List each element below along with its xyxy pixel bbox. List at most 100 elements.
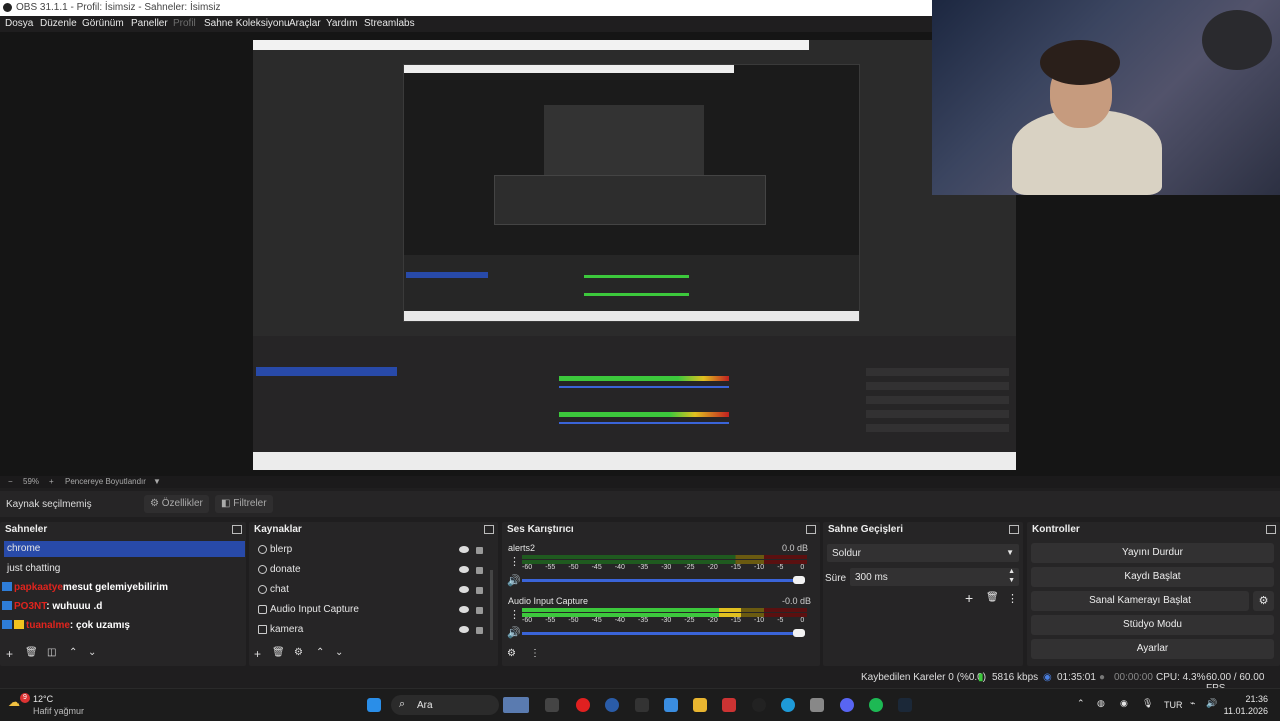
eye-icon[interactable] bbox=[459, 626, 469, 633]
undock-icon[interactable] bbox=[806, 525, 816, 534]
edge-icon[interactable] bbox=[781, 698, 795, 712]
menu-sahne-koleksiyonu[interactable]: Sahne Koleksiyonu bbox=[204, 18, 290, 29]
opera-icon[interactable] bbox=[576, 698, 590, 712]
source-item-donate[interactable]: donate bbox=[254, 560, 483, 580]
mixer-settings-icon[interactable]: ⚙ bbox=[507, 648, 516, 659]
menu-yardim[interactable]: Yardım bbox=[326, 18, 358, 29]
menu-dosya[interactable]: Dosya bbox=[5, 18, 33, 29]
menu-araclar[interactable]: Araçlar bbox=[289, 18, 321, 29]
add-source-icon[interactable]: + bbox=[254, 647, 261, 661]
undock-icon[interactable] bbox=[484, 525, 494, 534]
copilot-icon[interactable] bbox=[664, 698, 678, 712]
microphone-icon[interactable]: 🎙 bbox=[1142, 698, 1153, 709]
undock-icon[interactable] bbox=[1009, 525, 1019, 534]
clock-date[interactable]: 11.01.2026 bbox=[1218, 706, 1268, 716]
volume-slider[interactable] bbox=[522, 632, 805, 635]
zoom-in-button[interactable]: + bbox=[49, 477, 54, 486]
volume-slider-handle[interactable] bbox=[793, 629, 805, 637]
source-item-blerp[interactable]: blerp bbox=[254, 540, 483, 560]
tray-obs-icon[interactable]: ◉ bbox=[1120, 698, 1128, 709]
obs-taskbar-icon[interactable] bbox=[752, 698, 766, 712]
transition-menu-icon[interactable]: ⋮ bbox=[1007, 592, 1018, 605]
move-down-icon[interactable]: ⌄ bbox=[88, 647, 96, 658]
kebab-menu-icon[interactable]: ⋮ bbox=[509, 608, 520, 621]
spin-down-icon[interactable]: ▼ bbox=[1008, 577, 1015, 584]
delete-transition-icon[interactable]: 🗑 bbox=[986, 592, 999, 603]
source-settings-icon[interactable]: ⚙ bbox=[294, 647, 303, 658]
spotify-icon[interactable] bbox=[869, 698, 883, 712]
language-indicator[interactable]: TUR bbox=[1164, 700, 1183, 710]
volume-slider-handle[interactable] bbox=[793, 576, 805, 584]
delete-source-icon[interactable]: 🗑 bbox=[272, 647, 285, 658]
eye-icon[interactable] bbox=[459, 586, 469, 593]
scene-item-chrome[interactable]: chrome bbox=[4, 541, 245, 557]
kebab-menu-icon[interactable]: ⋮ bbox=[509, 555, 520, 568]
steam-icon[interactable] bbox=[898, 698, 912, 712]
undock-icon[interactable] bbox=[1266, 525, 1276, 534]
menu-paneller[interactable]: Paneller bbox=[131, 18, 168, 29]
start-virtual-camera-button[interactable]: Sanal Kamerayı Başlat bbox=[1031, 591, 1249, 611]
menu-profil[interactable]: Profil bbox=[173, 18, 196, 29]
taskbar-search[interactable]: ⌕ Ara bbox=[391, 695, 529, 715]
volume-slider[interactable] bbox=[522, 579, 805, 582]
move-up-icon[interactable]: ⌃ bbox=[316, 647, 324, 658]
clock-time[interactable]: 21:36 bbox=[1230, 694, 1268, 704]
lock-icon[interactable] bbox=[476, 627, 483, 634]
speaker-icon[interactable]: 🔊 bbox=[507, 626, 521, 639]
nested-taskbar bbox=[253, 452, 1016, 470]
meter-tick-label: -20 bbox=[707, 617, 718, 624]
folder-icon[interactable] bbox=[693, 698, 707, 712]
snip-tool-icon[interactable] bbox=[722, 698, 736, 712]
lock-icon[interactable] bbox=[476, 587, 483, 594]
spin-up-icon[interactable]: ▲ bbox=[1008, 568, 1015, 575]
source-item-chat[interactable]: chat bbox=[254, 580, 483, 600]
menu-streamlabs[interactable]: Streamlabs bbox=[364, 18, 415, 29]
volume-icon[interactable]: 🔊 bbox=[1206, 698, 1217, 709]
scene-item-just-chatting[interactable]: just chatting bbox=[4, 561, 245, 577]
transition-select[interactable]: Soldur ▼ bbox=[827, 544, 1019, 562]
lock-icon[interactable] bbox=[476, 547, 483, 554]
filters-button[interactable]: ◧ Filtreler bbox=[215, 495, 273, 513]
lock-icon[interactable] bbox=[476, 567, 483, 574]
zoom-value: 59% bbox=[23, 477, 40, 486]
studio-mode-button[interactable]: Stüdyo Modu bbox=[1031, 615, 1274, 635]
eye-icon[interactable] bbox=[459, 566, 469, 573]
mixer-menu-icon[interactable]: ⋮ bbox=[530, 648, 540, 659]
source-item-kamera[interactable]: kamera bbox=[254, 620, 483, 640]
tray-chevron-icon[interactable]: ⌃ bbox=[1077, 698, 1085, 709]
fit-window-button[interactable]: Pencereye Boyutlandır bbox=[65, 477, 146, 486]
terminal-icon[interactable] bbox=[635, 698, 649, 712]
start-menu-icon[interactable] bbox=[367, 698, 381, 712]
fit-dropdown-icon[interactable]: ▼ bbox=[153, 477, 161, 486]
sources-scrollbar[interactable] bbox=[490, 570, 493, 640]
delete-scene-icon[interactable]: 🗑 bbox=[25, 647, 38, 658]
settings-button[interactable]: Ayarlar bbox=[1031, 639, 1274, 659]
zoom-out-button[interactable]: − bbox=[8, 477, 13, 486]
discord-icon[interactable] bbox=[840, 698, 854, 712]
source-item-audio-input[interactable]: Audio Input Capture bbox=[254, 600, 483, 620]
add-transition-icon[interactable]: + bbox=[965, 590, 973, 606]
lock-icon[interactable] bbox=[476, 607, 483, 614]
preview-canvas[interactable] bbox=[253, 40, 1016, 470]
add-scene-icon[interactable]: + bbox=[6, 647, 13, 661]
start-recording-button[interactable]: Kaydı Başlat bbox=[1031, 567, 1274, 587]
undock-icon[interactable] bbox=[232, 525, 242, 534]
stop-streaming-button[interactable]: Yayını Durdur bbox=[1031, 543, 1274, 563]
settings-app-icon[interactable] bbox=[810, 698, 824, 712]
virtual-camera-settings-button[interactable]: ⚙ bbox=[1253, 591, 1274, 611]
eye-icon[interactable] bbox=[459, 546, 469, 553]
eye-icon[interactable] bbox=[459, 606, 469, 613]
duration-input[interactable]: 300 ms ▲ ▼ bbox=[850, 568, 1019, 586]
scene-filters-icon[interactable]: ◫ bbox=[47, 647, 56, 658]
speaker-icon[interactable]: 🔊 bbox=[507, 574, 521, 587]
network-icon[interactable]: ⌁ bbox=[1190, 698, 1195, 709]
chrome-icon[interactable] bbox=[605, 698, 619, 712]
move-up-icon[interactable]: ⌃ bbox=[69, 647, 77, 658]
menu-gorunum[interactable]: Görünüm bbox=[82, 18, 124, 29]
weather-icon[interactable]: ☁ bbox=[8, 695, 20, 709]
task-view-icon[interactable] bbox=[545, 698, 559, 712]
properties-button[interactable]: ⚙ Özellikler bbox=[144, 495, 209, 513]
menu-duzenle[interactable]: Düzenle bbox=[40, 18, 77, 29]
tray-app-icon[interactable]: ◍ bbox=[1097, 698, 1105, 709]
move-down-icon[interactable]: ⌄ bbox=[335, 647, 343, 658]
